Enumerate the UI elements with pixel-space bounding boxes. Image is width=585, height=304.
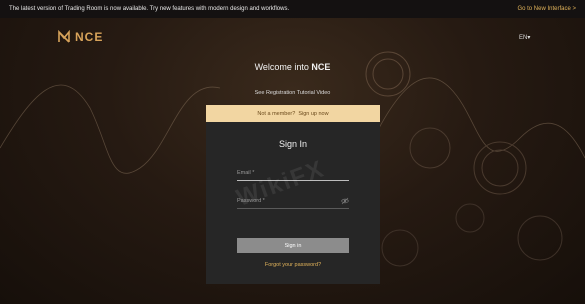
nce-logo-icon xyxy=(58,30,70,43)
coin-circle xyxy=(455,203,485,233)
coin-circle xyxy=(409,127,451,169)
wave-line xyxy=(0,84,221,174)
sign-in-title: Sign In xyxy=(278,139,308,149)
sign-in-card: Sign In Email * Password * Sign in Forgo… xyxy=(206,122,380,284)
registration-tutorial-link[interactable]: See Registration Tutorial Video xyxy=(0,90,585,96)
brand-logo[interactable]: NCE xyxy=(57,30,103,44)
coin-circle xyxy=(481,149,519,187)
language-selector[interactable]: EN▾ xyxy=(519,34,530,41)
welcome-brand: NCE xyxy=(311,62,331,72)
member-signup-bar: Not a member? Sign up now xyxy=(206,105,380,122)
chevron-down-icon: ▾ xyxy=(527,35,531,41)
forgot-password-link[interactable]: Forgot your password? xyxy=(206,262,380,268)
new-interface-link[interactable]: Go to New Interface > xyxy=(517,6,576,12)
brand-name: NCE xyxy=(75,30,104,44)
welcome-heading: Welcome into NCE xyxy=(0,62,585,72)
banner-message: The latest version of Trading Room is no… xyxy=(9,6,290,12)
email-label: Email * xyxy=(237,170,255,176)
sign-in-button[interactable]: Sign in xyxy=(237,238,349,253)
coin-circle xyxy=(381,229,419,267)
welcome-prefix: Welcome into xyxy=(254,62,312,72)
eye-icon[interactable] xyxy=(341,197,349,205)
sign-up-link[interactable]: Sign up now xyxy=(298,111,328,117)
announcement-banner: The latest version of Trading Room is no… xyxy=(0,0,585,18)
member-text: Not a member? xyxy=(257,110,296,117)
coin-circle xyxy=(517,215,563,261)
